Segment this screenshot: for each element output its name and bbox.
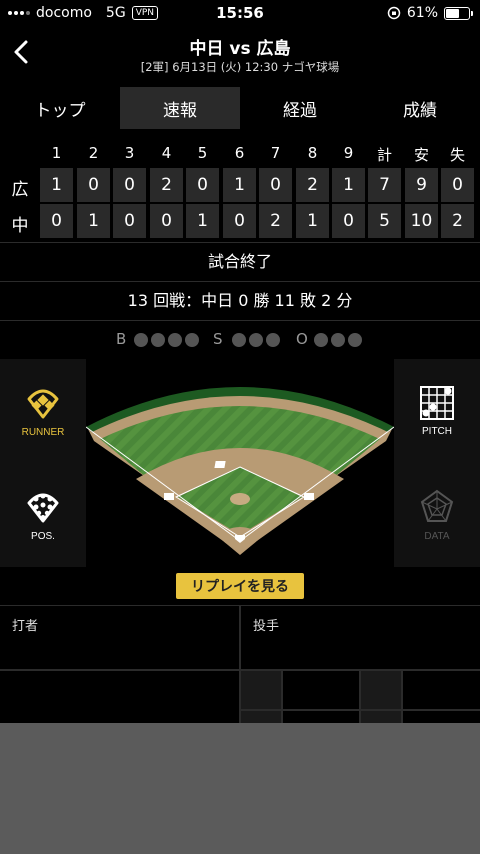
scoreboard-column-header: 4 <box>161 144 172 162</box>
out-indicator <box>348 333 362 347</box>
baseball-field-diagram <box>86 387 394 555</box>
pitcher-label: 投手 <box>253 619 280 634</box>
outs-label: O <box>296 330 308 348</box>
match-title: 中日 vs 広島 <box>189 39 291 59</box>
tab-top[interactable]: トップ <box>0 87 120 129</box>
scoreboard-column-header: 5 <box>197 144 208 162</box>
scoreboard-column-header: 安 <box>413 146 429 164</box>
scoreboard-cell: 0 <box>113 168 146 202</box>
batter-pitcher-panels: 打者 投手 <box>0 605 480 723</box>
scoreboard-cell: 10 <box>405 204 438 238</box>
scoreboard-cell: 9 <box>405 168 438 202</box>
scoreboard-column-header: 3 <box>124 144 135 162</box>
scoreboard-team-name: 中 <box>11 216 29 236</box>
strike-indicator <box>266 333 280 347</box>
scoreboard-column-header: 計 <box>376 146 392 164</box>
field-area: RUNNER POS. PITCH DATA <box>0 357 480 567</box>
scoreboard-column-header: 7 <box>270 144 281 162</box>
tab-live[interactable]: 速報 <box>120 87 240 129</box>
tab-progress[interactable]: 経過 <box>240 87 360 129</box>
radar-chart-icon <box>420 489 454 522</box>
pitch-label: PITCH <box>422 425 452 437</box>
runner-diamond-icon <box>27 389 59 418</box>
scoreboard-column-header: 8 <box>307 144 318 162</box>
scoreboard-cell: 0 <box>223 204 256 238</box>
strikes-label: S <box>213 330 223 348</box>
data-button[interactable]: DATA <box>394 463 480 567</box>
scoreboard-cell: 1 <box>332 168 365 202</box>
scoreboard-cell: 0 <box>441 168 474 202</box>
replay-row: リプレイを見る <box>0 567 480 605</box>
scoreboard-cell: 0 <box>77 168 110 202</box>
orientation-lock-icon <box>387 6 401 20</box>
scoreboard-cell: 2 <box>150 168 183 202</box>
scoreboard: 1 2 3 4 5 6 7 8 9 計安失広 1 0 0 2 0 1 0 2 1 7 9 0 中 0 1 0 0 1 0 2 1 0 5 10 2 <box>0 134 480 242</box>
runner-label: RUNNER <box>21 426 65 438</box>
strike-indicator <box>232 333 246 347</box>
tab-bar: トップ 速報 経過 成績 <box>0 82 480 134</box>
scoreboard-column-header: 1 <box>51 144 62 162</box>
replay-button[interactable]: リプレイを見る <box>176 573 304 599</box>
scoreboard-cell: 1 <box>40 168 73 202</box>
data-label: DATA <box>424 530 450 542</box>
pitch-button[interactable]: PITCH <box>394 359 480 463</box>
strike-indicator <box>249 333 263 347</box>
series-record: 13 回戦：中日 0 勝 11 敗 2 分 <box>0 282 480 320</box>
status-bar: docomo 5G VPN 15:56 61% <box>0 0 480 28</box>
batter-label: 打者 <box>12 619 39 634</box>
scoreboard-cell: 1 <box>296 204 329 238</box>
scoreboard-team-name: 広 <box>11 180 29 200</box>
scoreboard-column-header: 2 <box>88 144 99 162</box>
tab-stats[interactable]: 成績 <box>360 87 480 129</box>
scoreboard-cell: 2 <box>441 204 474 238</box>
ball-indicator <box>134 333 148 347</box>
ball-strike-out-count: B S O <box>0 321 480 357</box>
position-label: POS. <box>31 530 55 542</box>
scoreboard-cell: 2 <box>296 168 329 202</box>
runner-button[interactable]: RUNNER <box>0 359 86 463</box>
position-diamond-icon <box>27 493 59 522</box>
scoreboard-column-header: 9 <box>343 144 354 162</box>
scoreboard-cell: 0 <box>150 204 183 238</box>
battery-icon <box>444 6 473 20</box>
ball-indicator <box>185 333 199 347</box>
position-button[interactable]: POS. <box>0 463 86 567</box>
out-indicator <box>314 333 328 347</box>
out-indicator <box>331 333 345 347</box>
scoreboard-cell: 2 <box>259 204 292 238</box>
match-header: 中日 vs 広島 [2軍] 6月13日 (火) 12:30 ナゴヤ球場 <box>0 28 480 82</box>
scoreboard-cell: 1 <box>223 168 256 202</box>
scoreboard-cell: 7 <box>368 168 401 202</box>
pitch-grid-icon <box>420 385 454 420</box>
scoreboard-cell: 0 <box>259 168 292 202</box>
ball-indicator <box>168 333 182 347</box>
scoreboard-cell: 1 <box>77 204 110 238</box>
balls-label: B <box>116 330 127 348</box>
battery-percent: 61% <box>406 5 438 21</box>
scoreboard-cell: 0 <box>40 204 73 238</box>
scoreboard-cell: 0 <box>113 204 146 238</box>
scoreboard-cell: 5 <box>368 204 401 238</box>
scoreboard-column-header: 失 <box>449 146 465 164</box>
match-subtitle: [2軍] 6月13日 (火) 12:30 ナゴヤ球場 <box>140 60 340 74</box>
scoreboard-cell: 1 <box>186 204 219 238</box>
game-status: 試合終了 <box>0 243 480 281</box>
scoreboard-column-header: 6 <box>234 144 245 162</box>
ball-indicator <box>151 333 165 347</box>
pitch-zone-grid <box>241 671 480 723</box>
scoreboard-cell: 0 <box>332 204 365 238</box>
scoreboard-cell: 0 <box>186 168 219 202</box>
